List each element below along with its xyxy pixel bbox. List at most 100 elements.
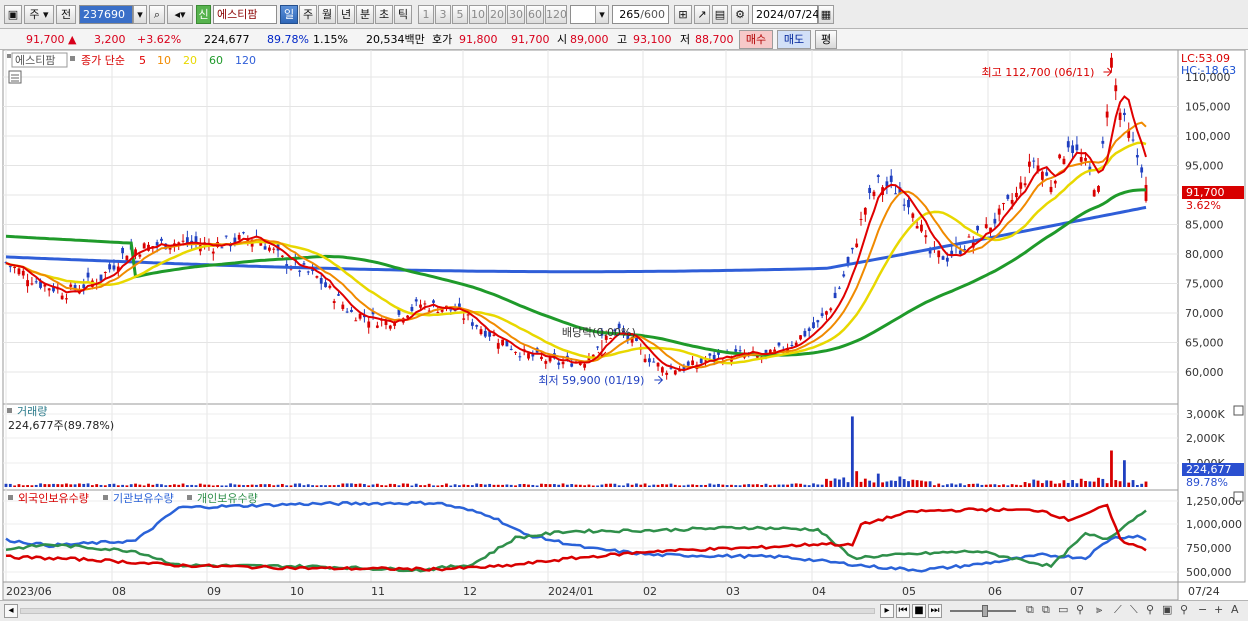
volume-bar (1002, 484, 1005, 487)
first-page-icon[interactable]: ⏮ (896, 604, 910, 618)
stock-code-input[interactable]: 237690 (79, 5, 133, 24)
buy-button[interactable]: 매수 (739, 30, 773, 49)
period-button-3[interactable]: 년 (337, 5, 355, 24)
scroll-right-icon[interactable]: ▸ (880, 604, 894, 618)
chart-area[interactable]: 최고 112,700 (06/11) 최저 59,900 (01/19) 배당락(0… (0, 49, 1248, 601)
period-button-0[interactable]: 일 (280, 5, 298, 24)
candle-body (1053, 180, 1057, 184)
draw-icon[interactable]: ↗ (694, 5, 710, 24)
candle-body (13, 266, 17, 269)
period-button-1[interactable]: 주 (299, 5, 317, 24)
volume-bar (527, 484, 530, 487)
stock-chart[interactable]: 최고 112,700 (06/11) 최저 59,900 (01/19) 배당락(0… (0, 49, 1248, 601)
volume-pane-close-icon[interactable] (1233, 405, 1244, 416)
bar-count-field[interactable]: 265/600 (612, 5, 669, 24)
scroll-bar[interactable]: ◂ ▸ ⏮ ■ ⏭ ⧉ ⧉ ▭ ⚲ ⫸ ⟋ ⟍ ⚲ ▣ ⚲ − + A (0, 600, 1248, 621)
calendar-icon[interactable]: ▦ (818, 5, 834, 24)
volume-bar (293, 483, 297, 487)
scroll-left-icon[interactable]: ◂ (4, 604, 18, 618)
interval-button-60[interactable]: 60 (526, 5, 544, 24)
volume-bar (505, 484, 509, 487)
volume-bar (60, 484, 64, 487)
volume-bar (648, 485, 651, 487)
code-dropdown-icon[interactable]: ▾ (133, 5, 147, 24)
price-pane[interactable] (2, 49, 1179, 405)
search-icon[interactable]: ⌕ (149, 5, 165, 24)
candle-body (220, 247, 224, 249)
volume-bar (859, 481, 863, 487)
period-button-6[interactable]: 틱 (394, 5, 412, 24)
scroll-track[interactable] (20, 608, 875, 614)
font-size-icon[interactable]: A (1231, 603, 1239, 616)
prev-button[interactable]: 전 (56, 5, 76, 24)
candle-body (993, 218, 997, 224)
holding-pane-close-icon[interactable] (1233, 491, 1244, 502)
tool-icon-3[interactable]: ▭ (1058, 603, 1068, 616)
stock-name-field[interactable]: 에스티팜 (213, 5, 277, 24)
sound-icon[interactable]: ◂▾ (167, 5, 193, 24)
x-tick-label: 02 (643, 585, 657, 598)
volume-bar (712, 484, 716, 487)
tool-icon-8[interactable]: ⚲ (1146, 603, 1154, 616)
sell-button[interactable]: 매도 (777, 30, 811, 49)
chart-settings-icon[interactable]: ▣ (4, 5, 22, 24)
period-button-2[interactable]: 월 (318, 5, 336, 24)
candle-body (803, 330, 807, 337)
compare-icon[interactable]: ▤ (712, 5, 728, 24)
tool-icon-9[interactable]: ▣ (1162, 603, 1172, 616)
high-price: 93,100 (633, 33, 672, 46)
zoom-slider-handle[interactable] (982, 605, 988, 617)
tool-icon-7[interactable]: ⟍ (1130, 603, 1138, 617)
volume-pane[interactable] (2, 403, 1179, 491)
period-button-5[interactable]: 초 (375, 5, 393, 24)
interval-button-1[interactable]: 1 (418, 5, 434, 24)
date-input[interactable]: 2024/07/24 (752, 5, 819, 24)
x-tick-label: 11 (371, 585, 385, 598)
candle-body (237, 235, 241, 240)
candle-body (790, 344, 794, 346)
volume-bar (695, 484, 699, 487)
candle-body (509, 348, 513, 350)
tool-icon-5[interactable]: ⫸ (1096, 603, 1102, 617)
y-tick-label: 105,000 (1185, 101, 1231, 114)
candle-body (544, 361, 548, 364)
candle-body (859, 218, 863, 220)
tool-icon-1[interactable]: ⧉ (1026, 603, 1034, 617)
tool-icon-2[interactable]: ⧉ (1042, 603, 1050, 617)
candle-body (142, 243, 146, 249)
interval-button-30[interactable]: 30 (507, 5, 525, 24)
gear-icon[interactable]: ⚙ (731, 5, 749, 24)
volume-bar (229, 483, 232, 487)
interval-button-3[interactable]: 3 (435, 5, 451, 24)
interval-button-5[interactable]: 5 (452, 5, 468, 24)
candle-body (1084, 157, 1087, 161)
candle-body (777, 342, 781, 346)
volume-bar (73, 484, 77, 487)
zoom-out-mag-icon[interactable]: ⚲ (1180, 603, 1188, 616)
period-button-4[interactable]: 분 (356, 5, 374, 24)
candle-body (345, 311, 349, 313)
volume-bar (1135, 485, 1139, 487)
tool-icon-4[interactable]: ⚲ (1076, 603, 1084, 616)
last-page-icon[interactable]: ⏭ (928, 604, 942, 618)
holding-pane[interactable] (2, 489, 1179, 583)
minus-icon[interactable]: − (1198, 603, 1207, 616)
evaluate-button[interactable]: 평 (815, 30, 837, 49)
volume-bar (743, 484, 746, 487)
interval-dropdown-icon[interactable]: ▾ (595, 5, 609, 24)
volume-bar (65, 483, 68, 487)
stop-icon[interactable]: ■ (912, 604, 926, 618)
volume-bar (708, 483, 712, 487)
plus-icon[interactable]: + (1214, 603, 1223, 616)
candle-body (1058, 154, 1062, 159)
indicator-icon[interactable]: ⊞ (674, 5, 692, 24)
interval-button-10[interactable]: 10 (469, 5, 487, 24)
candle-body (872, 191, 876, 197)
interval-button-20[interactable]: 20 (488, 5, 506, 24)
tool-icon-6[interactable]: ⟋ (1114, 603, 1122, 617)
volume-bar (734, 485, 738, 487)
candle-body (1140, 167, 1144, 173)
interval-button-120[interactable]: 120 (545, 5, 567, 24)
volume-bar (898, 476, 902, 487)
chart-type-select[interactable]: 주 ▾ (24, 5, 54, 24)
